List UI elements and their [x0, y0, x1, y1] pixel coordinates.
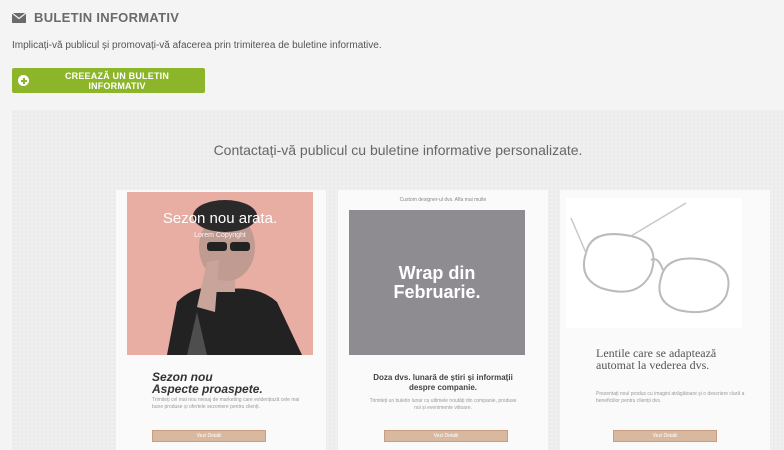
card1-body: Trimiteți cel mai nou mesaj de marketing…	[152, 397, 300, 410]
card1-title-text: Sezon nou Aspecte proaspete.	[152, 370, 263, 396]
promo-heading: Contactați-vă publicul cu buletine infor…	[213, 142, 583, 158]
card2-body: Trimiteți un buletin lunar cu ultimele n…	[369, 398, 517, 411]
card3-button[interactable]: Vezi Detalii	[613, 430, 717, 442]
template-card-3[interactable]: Lentile care se adaptează automat la ved…	[560, 190, 770, 450]
create-newsletter-button[interactable]: CREEAZĂ UN BULETIN INFORMATIV	[12, 68, 205, 93]
plus-circle-icon	[18, 75, 29, 86]
card1-image-subtitle: Lorem Copyright	[194, 232, 246, 239]
card1-image-title: Sezon nou arata.	[162, 210, 278, 227]
template-image-woman: Sezon nou arata. Lorem Copyright	[127, 192, 313, 355]
page-description: Implicați-vă publicul și promovați-vă af…	[12, 40, 382, 51]
page-title: BULETIN INFORMATIV	[34, 10, 180, 25]
template-card-2[interactable]: Custom designer-ul dvs. Afla mai multe W…	[338, 190, 548, 450]
card3-title: Lentile care se adaptează automat la ved…	[596, 346, 717, 372]
card1-button[interactable]: Vezi Detalii	[152, 430, 266, 442]
newsletter-promo-panel: Contactați-vă publicul cu buletine infor…	[12, 110, 784, 450]
create-newsletter-label: CREEAZĂ UN BULETIN INFORMATIV	[64, 70, 170, 91]
section-header: BULETIN INFORMATIV	[12, 10, 179, 25]
glasses-icon	[570, 202, 730, 314]
card2-title: Doza dvs. lunară de știri și informații …	[373, 373, 513, 392]
card2-button[interactable]: Vezi Detalii	[384, 430, 508, 442]
card3-body: Prezentați noul produs cu imagini atrăgă…	[596, 391, 745, 404]
envelope-icon	[12, 12, 26, 23]
template-image-glasses	[566, 198, 742, 328]
card2-top-note: Custom designer-ul dvs. Afla mai multe	[399, 197, 487, 203]
card2-image-title: Wrap din Februarie.	[393, 262, 481, 302]
template-image-gray: Wrap din Februarie.	[349, 210, 525, 355]
card1-title: Sezon nou Aspecte proaspete.	[152, 371, 302, 395]
template-card-1[interactable]: Sezon nou arata. Lorem Copyright Sezon n…	[116, 190, 326, 450]
